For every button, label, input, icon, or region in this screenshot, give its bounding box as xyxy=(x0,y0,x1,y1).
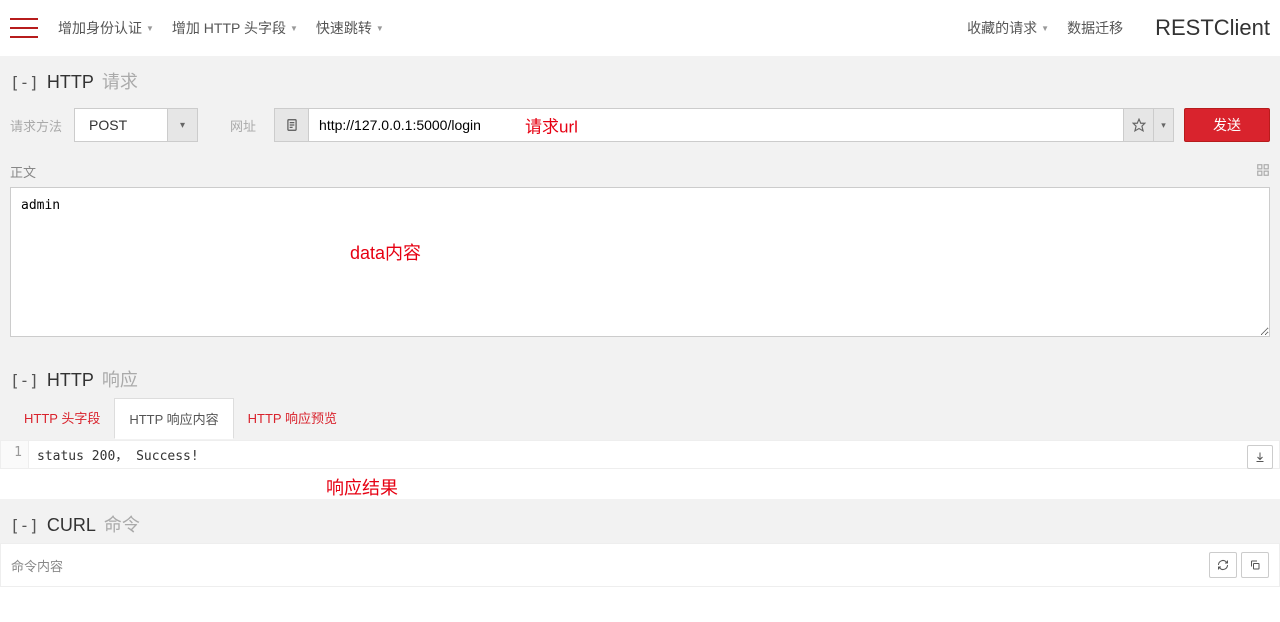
response-sub: 响应 xyxy=(102,366,138,392)
chevron-down-icon: ▼ xyxy=(1041,24,1049,33)
nav-migrate-label: 数据迁移 xyxy=(1067,18,1123,38)
favorite-button[interactable] xyxy=(1123,109,1153,141)
response-section: [-] HTTP 响应 HTTP 头字段 HTTP 响应内容 HTTP 响应预览 xyxy=(0,354,1280,440)
request-sub: 请求 xyxy=(102,68,138,94)
tab-headers[interactable]: HTTP 头字段 xyxy=(10,398,114,439)
curl-title: CURL xyxy=(47,515,96,536)
method-caret[interactable]: ▾ xyxy=(167,109,197,141)
curl-header: [-] CURL 命令 xyxy=(10,511,1270,537)
nav-headers[interactable]: 增加 HTTP 头字段 ▼ xyxy=(172,18,298,38)
url-input[interactable] xyxy=(309,109,1123,141)
response-toggle[interactable]: [-] xyxy=(10,371,39,390)
body-label: 正文 xyxy=(10,162,36,181)
curl-sub: 命令 xyxy=(104,511,140,537)
top-navbar: 增加身份认证 ▼ 增加 HTTP 头字段 ▼ 快速跳转 ▼ 收藏的请求 ▼ 数据… xyxy=(0,0,1280,56)
nav-auth-label: 增加身份认证 xyxy=(58,18,142,38)
chevron-down-icon: ▼ xyxy=(376,24,384,33)
request-section: [-] HTTP 请求 请求方法 POST ▾ 网址 请求url ▾ 发送 xyxy=(0,56,1280,154)
body-label-row: 正文 xyxy=(10,162,1270,181)
document-icon[interactable] xyxy=(275,109,309,141)
response-body: 1 status 200， Success! 响应结果 xyxy=(0,440,1280,469)
request-toggle[interactable]: [-] xyxy=(10,73,39,92)
response-text: status 200， Success! xyxy=(29,441,1279,468)
menu-icon[interactable] xyxy=(10,18,38,38)
copy-button[interactable] xyxy=(1241,552,1269,578)
curl-section: [-] CURL 命令 xyxy=(0,499,1280,543)
nav-jump[interactable]: 快速跳转 ▼ xyxy=(316,18,384,38)
tab-preview[interactable]: HTTP 响应预览 xyxy=(234,398,351,439)
chevron-down-icon: ▼ xyxy=(290,24,298,33)
request-header: [-] HTTP 请求 xyxy=(10,68,1270,94)
nav-headers-label: 增加 HTTP 头字段 xyxy=(172,18,286,38)
response-title: HTTP xyxy=(47,370,94,391)
url-group: 请求url ▾ xyxy=(274,108,1174,142)
line-number: 1 xyxy=(1,441,29,468)
nav-fav-label: 收藏的请求 xyxy=(967,18,1037,38)
request-line: 请求方法 POST ▾ 网址 请求url ▾ 发送 xyxy=(10,108,1270,142)
body-wrapper: data内容 xyxy=(10,187,1270,340)
code-row: 1 status 200， Success! xyxy=(1,441,1279,468)
curl-label: 命令内容 xyxy=(11,556,1205,575)
response-tabs: HTTP 头字段 HTTP 响应内容 HTTP 响应预览 xyxy=(10,398,1270,440)
nav-fav[interactable]: 收藏的请求 ▼ xyxy=(967,18,1049,38)
tab-content[interactable]: HTTP 响应内容 xyxy=(114,398,233,439)
grid-icon[interactable] xyxy=(1256,163,1270,180)
brand-title: RESTClient xyxy=(1155,15,1270,41)
nav-jump-label: 快速跳转 xyxy=(316,18,372,38)
chevron-down-icon: ▼ xyxy=(146,24,154,33)
response-header: [-] HTTP 响应 xyxy=(10,366,1270,392)
method-select-group: POST ▾ xyxy=(74,108,198,142)
method-select[interactable]: POST xyxy=(75,109,167,141)
request-title: HTTP xyxy=(47,72,94,93)
annotation-response: 响应结果 xyxy=(326,474,398,500)
body-textarea[interactable] xyxy=(10,187,1270,337)
method-label: 请求方法 xyxy=(10,116,62,135)
nav-migrate[interactable]: 数据迁移 xyxy=(1067,18,1123,38)
url-label: 网址 xyxy=(230,116,256,135)
body-section: 正文 data内容 xyxy=(0,154,1280,354)
nav-auth[interactable]: 增加身份认证 ▼ xyxy=(58,18,154,38)
curl-row: 命令内容 xyxy=(0,543,1280,587)
favorite-caret[interactable]: ▾ xyxy=(1153,109,1173,141)
send-button[interactable]: 发送 xyxy=(1184,108,1270,142)
curl-toggle[interactable]: [-] xyxy=(10,516,39,535)
refresh-button[interactable] xyxy=(1209,552,1237,578)
download-button[interactable] xyxy=(1247,445,1273,469)
